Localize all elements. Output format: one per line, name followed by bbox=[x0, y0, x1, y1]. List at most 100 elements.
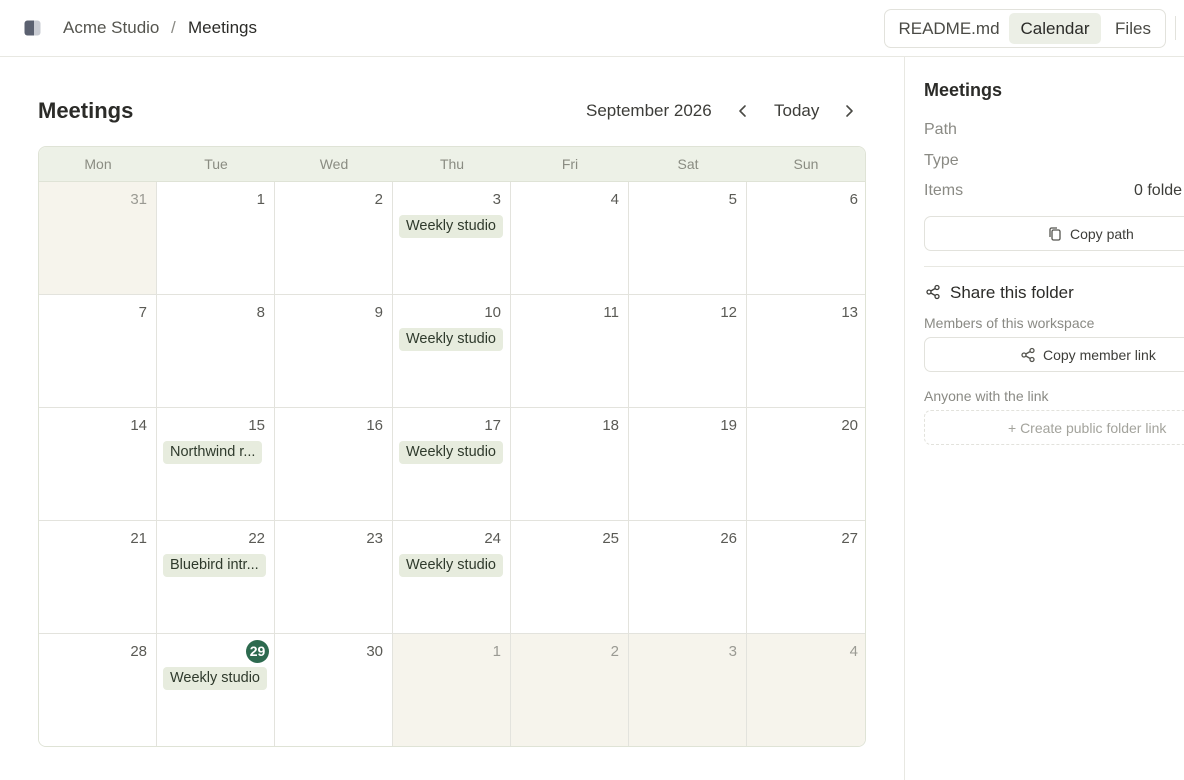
calendar-day-cell[interactable]: 31 bbox=[39, 182, 157, 295]
calendar-day-cell[interactable]: 13 bbox=[747, 295, 865, 408]
sidebar-toggle-icon[interactable] bbox=[24, 20, 41, 36]
breadcrumb-workspace[interactable]: Acme Studio bbox=[63, 18, 159, 38]
copy-path-button[interactable]: Copy path bbox=[924, 216, 1184, 251]
today-button[interactable]: Today bbox=[774, 101, 819, 121]
breadcrumb-separator: / bbox=[171, 18, 176, 37]
day-number: 4 bbox=[849, 643, 858, 660]
calendar-day-cell[interactable]: 22 Bluebird intr... bbox=[157, 521, 275, 634]
event-chip[interactable]: Weekly studio bbox=[399, 554, 503, 577]
calendar-day-cell[interactable]: 1 bbox=[157, 182, 275, 295]
event-chip[interactable]: Weekly studio bbox=[399, 215, 503, 238]
items-value: 0 folde bbox=[1134, 182, 1183, 199]
day-number: 8 bbox=[256, 304, 265, 321]
path-label: Path bbox=[924, 121, 957, 138]
event-chip[interactable]: Weekly studio bbox=[399, 441, 503, 464]
day-number: 21 bbox=[130, 530, 147, 547]
toolbar-divider bbox=[1175, 16, 1176, 40]
day-number: 23 bbox=[366, 530, 383, 547]
calendar-day-cell[interactable]: 28 bbox=[39, 634, 157, 746]
calendar-day-cell[interactable]: 19 bbox=[629, 408, 747, 521]
share-icon bbox=[1021, 347, 1035, 363]
calendar-day-cell[interactable]: 14 bbox=[39, 408, 157, 521]
tab-files[interactable]: Files bbox=[1105, 13, 1161, 44]
calendar-day-cell[interactable]: 26 bbox=[629, 521, 747, 634]
calendar-day-cell[interactable]: 3 bbox=[629, 634, 747, 746]
event-chip[interactable]: Weekly studio bbox=[399, 328, 503, 351]
calendar-grid: 31 1 2 3 Weekly studio 4 5 6 7 8 9 10 Weekly studio 1… bbox=[39, 182, 865, 746]
day-number: 24 bbox=[484, 530, 501, 547]
next-month-button[interactable] bbox=[839, 99, 861, 123]
event-chip[interactable]: Bluebird intr... bbox=[163, 554, 266, 577]
breadcrumb-current: Meetings bbox=[188, 18, 257, 37]
event-chip[interactable]: Weekly studio bbox=[163, 667, 267, 690]
calendar-day-cell[interactable]: 21 bbox=[39, 521, 157, 634]
calendar-day-cell[interactable]: 29 Weekly studio bbox=[157, 634, 275, 746]
tab-calendar[interactable]: Calendar bbox=[1009, 13, 1101, 44]
sidebar-divider bbox=[904, 57, 905, 780]
share-icon bbox=[926, 284, 940, 300]
day-number: 31 bbox=[130, 191, 147, 208]
day-number: 2 bbox=[610, 643, 619, 660]
calendar-day-cell[interactable]: 2 bbox=[511, 634, 629, 746]
day-number: 13 bbox=[841, 304, 858, 321]
anyone-label: Anyone with the link bbox=[924, 388, 1049, 404]
share-section-title: Share this folder bbox=[950, 283, 1074, 302]
event-chip[interactable]: Northwind r... bbox=[163, 441, 263, 464]
calendar-day-cell[interactable]: 24 Weekly studio bbox=[393, 521, 511, 634]
calendar-day-cell[interactable]: 10 Weekly studio bbox=[393, 295, 511, 408]
page-title: Meetings bbox=[38, 98, 134, 123]
copy-member-link-label: Copy member link bbox=[1043, 347, 1156, 363]
calendar-day-cell[interactable]: 16 bbox=[275, 408, 393, 521]
calendar-day-cell[interactable]: 11 bbox=[511, 295, 629, 408]
day-number: 10 bbox=[484, 304, 501, 321]
calendar-day-cell[interactable]: 2 bbox=[275, 182, 393, 295]
calendar-day-cell[interactable]: 8 bbox=[157, 295, 275, 408]
weekday-label: Fri bbox=[561, 156, 579, 172]
calendar-day-cell[interactable]: 17 Weekly studio bbox=[393, 408, 511, 521]
calendar-day-cell[interactable]: 4 bbox=[511, 182, 629, 295]
day-number: 25 bbox=[602, 530, 619, 547]
sidebar-title: Meetings bbox=[924, 80, 1003, 100]
members-label: Members of this workspace bbox=[924, 315, 1095, 331]
prev-month-button[interactable] bbox=[732, 99, 754, 123]
day-number: 14 bbox=[130, 417, 147, 434]
top-bar: Acme Studio / Meetings README.md Calenda… bbox=[0, 0, 1184, 57]
calendar-day-cell[interactable]: 1 bbox=[393, 634, 511, 746]
calendar-day-cell[interactable]: 5 bbox=[629, 182, 747, 295]
create-public-link-button[interactable]: + Create public folder link bbox=[924, 410, 1184, 445]
calendar-day-cell[interactable]: 4 bbox=[747, 634, 865, 746]
calendar-day-cell[interactable]: 12 bbox=[629, 295, 747, 408]
day-number: 26 bbox=[720, 530, 737, 547]
calendar-day-cell[interactable]: 15 Northwind r... bbox=[157, 408, 275, 521]
day-number: 17 bbox=[484, 417, 501, 434]
day-number: 22 bbox=[248, 530, 265, 547]
day-number: 28 bbox=[130, 643, 147, 660]
day-number: 3 bbox=[492, 191, 501, 208]
calendar-day-cell[interactable]: 6 bbox=[747, 182, 865, 295]
calendar-day-cell[interactable]: 7 bbox=[39, 295, 157, 408]
calendar-day-cell[interactable]: 18 bbox=[511, 408, 629, 521]
weekday-label: Mon bbox=[84, 156, 112, 172]
weekday-header: Mon Tue Wed Thu Fri Sat Sun bbox=[39, 147, 865, 182]
calendar-day-cell[interactable]: 25 bbox=[511, 521, 629, 634]
view-tabs: README.md Calendar Files bbox=[884, 9, 1166, 48]
day-number: 4 bbox=[610, 191, 619, 208]
section-divider bbox=[924, 266, 1184, 267]
create-public-link-label: + Create public folder link bbox=[1008, 420, 1167, 436]
day-number: 19 bbox=[720, 417, 737, 434]
day-number: 18 bbox=[602, 417, 619, 434]
copy-member-link-button[interactable]: Copy member link bbox=[924, 337, 1184, 372]
calendar-day-cell[interactable]: 20 bbox=[747, 408, 865, 521]
calendar-day-cell[interactable]: 27 bbox=[747, 521, 865, 634]
type-label: Type bbox=[924, 152, 959, 169]
calendar-day-cell[interactable]: 9 bbox=[275, 295, 393, 408]
tab-readme[interactable]: README.md bbox=[889, 13, 1009, 44]
calendar-day-cell[interactable]: 3 Weekly studio bbox=[393, 182, 511, 295]
today-day-number: 29 bbox=[246, 640, 269, 663]
calendar-day-cell[interactable]: 30 bbox=[275, 634, 393, 746]
day-number: 11 bbox=[603, 304, 619, 321]
month-calendar: Mon Tue Wed Thu Fri Sat Sun 31 1 2 3 Weekly … bbox=[38, 146, 866, 747]
weekday-label: Thu bbox=[439, 156, 465, 172]
calendar-day-cell[interactable]: 23 bbox=[275, 521, 393, 634]
copy-path-label: Copy path bbox=[1070, 226, 1134, 242]
